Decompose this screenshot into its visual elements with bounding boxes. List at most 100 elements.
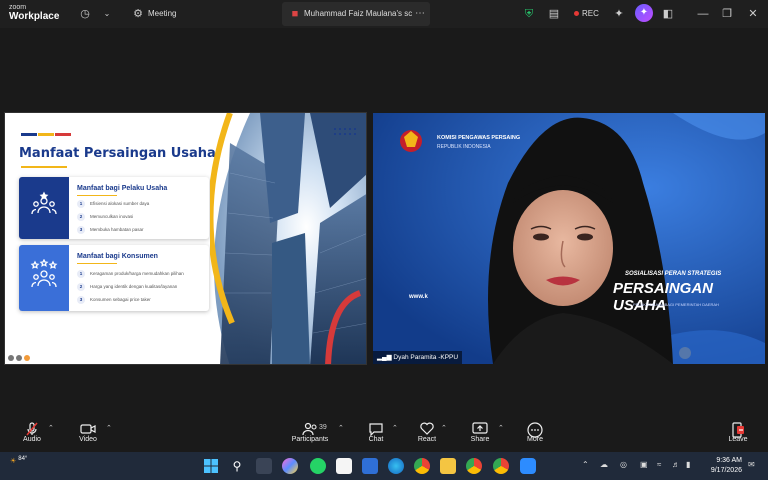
shared-screen[interactable]: Manfaat Persaingan Usaha Manfaat bagi Pe… [4,112,367,365]
task-view-icon[interactable] [256,458,272,474]
meeting-toolbar: Audio ⌃ Video ⌃ Participants 39 ⌃ Chat ⌃ [0,416,768,452]
participant-name-tag: ▂▄▆ Dyah Paramita -KPPU [373,351,463,364]
video-options-caret[interactable]: ⌃ [106,424,112,432]
share-annotation-tools[interactable] [8,355,30,361]
buildings-image [210,113,366,364]
sun-icon: ☀ [10,458,17,465]
list-item: 1 Efisiensi alokasi sumber daya [77,200,149,208]
signal-bars-icon: ▂▄▆ [377,354,394,361]
video-banner-line2: PERSAINGAN USAHA [613,280,714,314]
consumer-rating-icon [30,259,58,288]
clock-icon[interactable]: ◷ [78,7,92,21]
notification-bell-icon[interactable]: ✉ [748,460,755,469]
card-iconbox [19,177,69,239]
more-label: More [527,436,543,443]
list-item: 3 Membuka hambatan pasar [77,226,144,234]
video-url-text: www.k [409,294,428,300]
participants-count: 39 [319,424,327,431]
chrome-profile2-icon[interactable] [493,458,509,474]
minimize-icon[interactable]: — [696,7,710,21]
share-tab-icon: ■ [291,8,299,20]
pointer-tool-icon[interactable] [8,355,14,361]
pen-tool-icon[interactable] [16,355,22,361]
card-underline [77,263,117,264]
benefit-card-consumer: Manfaat bagi Konsumen 1 Keragaman produk/… [19,245,209,311]
ai-companion-icon[interactable]: ✦ [635,4,653,22]
whatsapp-icon[interactable] [310,458,326,474]
notes-icon[interactable]: ▤ [547,7,561,21]
brand-main: Workplace [9,11,60,22]
cloud-icon[interactable]: ☁ [600,460,608,469]
system-clock[interactable]: 9:36 AM 9/17/2026 [711,456,742,476]
tab-title: Muhammad Faiz Maulana's screen [304,9,412,18]
os-taskbar: ☀ 84° ⚲ ⌃ ☁ ◎ ▣ ≈ ♬ ▮ 9:36 AM 9/17/2026 … [0,452,768,480]
shield-icon[interactable]: ⛨ [522,7,536,21]
chrome-profile-icon[interactable] [466,458,482,474]
audio-options-caret[interactable]: ⌃ [48,424,54,432]
video-label: Video [79,436,97,443]
restore-icon[interactable]: ❐ [720,7,734,21]
benefit-card-business: Manfaat bagi Pelaku Usaha 1 Efisiensi alo… [19,177,209,239]
title-underline [21,166,67,168]
react-button[interactable]: React [397,416,457,452]
slide-title: Manfaat Persaingan Usaha [19,146,216,161]
meeting-stage: Manfaat Persaingan Usaha Manfaat bagi Pe… [0,28,768,416]
audio-button[interactable]: Audio [2,416,62,452]
search-icon[interactable]: ⚲ [229,458,245,474]
copilot-icon[interactable] [282,458,298,474]
share-options-caret[interactable]: ⌃ [498,424,504,432]
more-options-icon[interactable]: ⋯ [413,7,427,21]
business-people-icon [31,191,57,215]
list-item: 1 Keragaman produk/harga memudahkan pilih… [77,270,184,278]
list-item: 3 Konsumen sebagai price taker [77,296,151,304]
video-banner-line1: SOSIALISASI PERAN STRATEGIS [625,271,722,277]
clock-time: 9:36 AM [716,457,742,464]
rec-indicator[interactable]: REC [574,9,599,18]
video-org-line2: REPUBLIK INDONESIA [437,144,491,150]
weather-widget[interactable]: ☀ 84° [10,456,28,465]
participants-button[interactable]: Participants [280,416,340,452]
chrome-icon[interactable] [414,458,430,474]
app-icon[interactable] [362,458,378,474]
audio-label: Audio [23,436,41,443]
participant-video[interactable]: KOMISI PENGAWAS PERSAING REPUBLIK INDONE… [373,113,765,364]
more-button[interactable]: More [505,416,565,452]
calendar-app-icon[interactable] [336,458,352,474]
clock-date: 9/17/2026 [710,467,742,474]
edge-icon[interactable] [388,458,404,474]
chevron-down-icon[interactable]: ⌄ [100,7,114,21]
weather-temp: 84° [18,456,28,462]
card-title: Manfaat bagi Konsumen [77,253,158,260]
magic-wand-icon[interactable]: ✦ [612,7,626,21]
leave-label: Leave [728,436,748,443]
video-background [373,113,765,364]
zoom-logo: zoom Workplace [9,4,59,22]
rec-label: REC [582,9,599,18]
brand-small: zoom [9,4,27,11]
video-banner-line3: PELAKU USAHA BAGI PEMERINTAH DAERAH [633,302,719,307]
chat-tray-icon[interactable]: ▣ [640,460,648,469]
battery-icon[interactable]: ▮ [686,460,690,469]
rec-dot-icon [574,11,579,17]
side-panel-icon[interactable]: ◧ [661,7,675,21]
start-icon[interactable] [203,458,219,474]
close-icon[interactable]: ✕ [746,7,760,21]
heart-icon [397,416,457,436]
video-org-line1: KOMISI PENGAWAS PERSAING [437,135,521,141]
tray-expand-icon[interactable]: ⌃ [582,460,589,469]
participants-options-caret[interactable]: ⌃ [338,424,344,432]
zoom-app-icon[interactable] [520,458,536,474]
react-options-caret[interactable]: ⌃ [441,424,447,432]
volume-icon[interactable]: ♬ [672,460,680,469]
wifi-icon[interactable]: ≈ [657,460,661,469]
file-explorer-icon[interactable] [440,458,456,474]
highlight-tool-icon[interactable] [24,355,30,361]
zoom-window: zoom Workplace ◷ ⌄ ⚙ Meeting ■ Muhammad … [0,0,768,480]
share-button[interactable]: Share [450,416,510,452]
video-button[interactable]: Video [58,416,118,452]
tray-app-icon[interactable]: ◎ [620,460,627,469]
meeting-people-icon: ⚙ [133,8,143,20]
leave-icon [708,416,768,438]
leave-button[interactable]: Leave [708,416,768,452]
meeting-label[interactable]: Meeting [148,9,176,18]
